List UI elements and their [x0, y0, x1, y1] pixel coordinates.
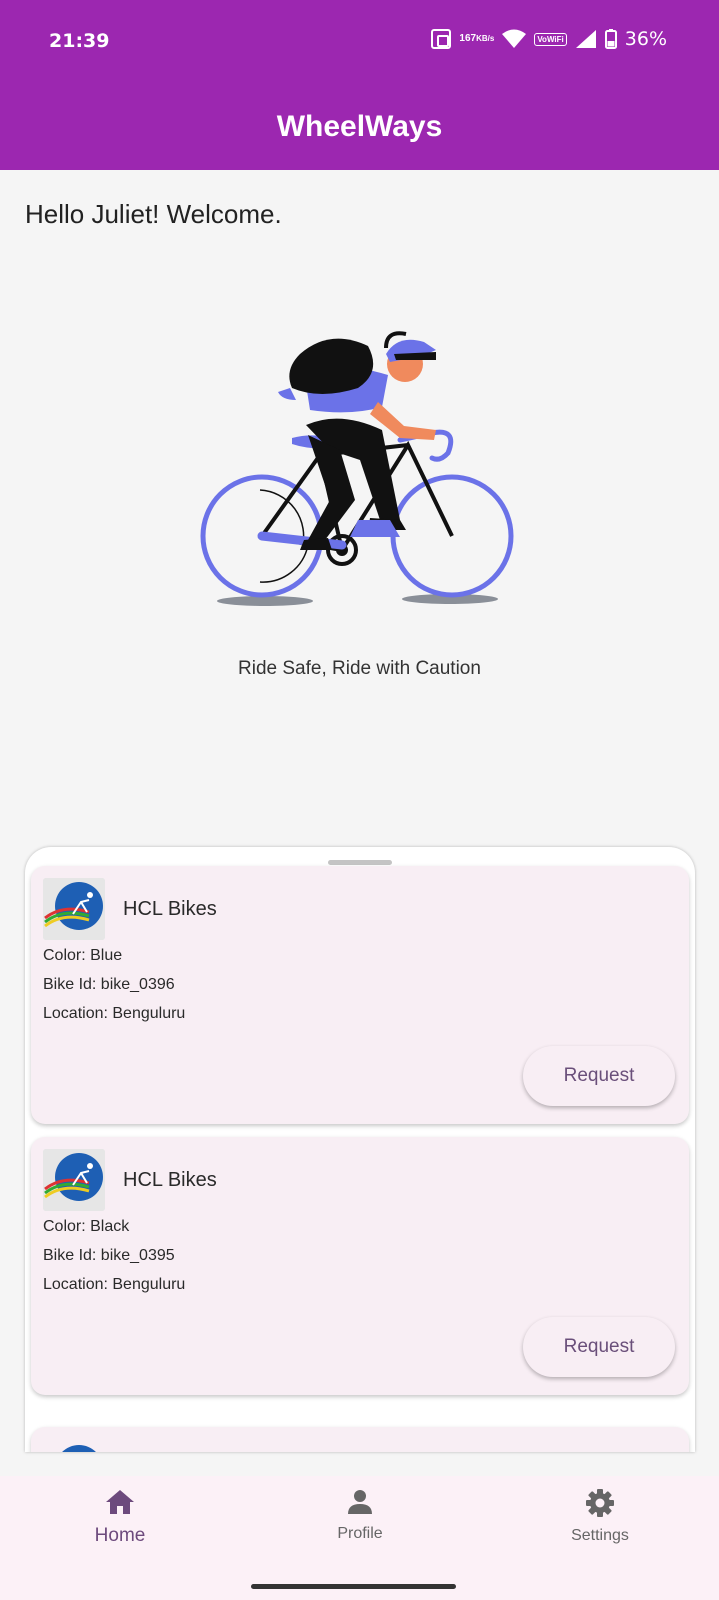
bike-id: Bike Id: bike_0396 — [43, 976, 175, 993]
battery-percentage: 36% — [624, 28, 667, 50]
bike-card: HCL Bikes Color: Blue Bike Id: bike_0396… — [31, 866, 689, 1124]
company-logo — [43, 1441, 105, 1452]
vowifi-icon: Vo WiFi — [534, 32, 567, 46]
nav-settings[interactable]: Settings — [520, 1476, 680, 1566]
nav-profile-label: Profile — [337, 1525, 383, 1542]
bike-location: Location: Benguluru — [43, 1276, 186, 1293]
gesture-bar[interactable] — [251, 1584, 456, 1589]
signal-icon — [575, 29, 597, 49]
bike-color: Color: Black — [43, 1218, 130, 1235]
app-bar: WheelWays — [0, 84, 719, 170]
status-time: 21:39 — [49, 30, 110, 52]
nav-home[interactable]: Home — [40, 1476, 200, 1566]
cyclist-illustration — [200, 330, 530, 620]
company-logo — [43, 878, 105, 940]
sheet-drag-handle[interactable] — [328, 860, 392, 865]
company-logo — [43, 1149, 105, 1211]
nav-home-label: Home — [94, 1525, 146, 1546]
vowifi-top: Vo — [537, 34, 547, 44]
person-icon — [346, 1488, 374, 1521]
request-button[interactable]: Request — [523, 1046, 675, 1106]
battery-icon — [604, 29, 617, 49]
home-icon — [105, 1488, 135, 1521]
bike-company-name: HCL Bikes — [123, 898, 217, 920]
net-speed-unit: KB/s — [476, 34, 495, 43]
net-speed-indicator: 167 KB/s — [459, 34, 494, 44]
status-bar: 21:39 167 KB/s Vo WiFi 36% — [0, 0, 719, 84]
request-button[interactable]: Request — [523, 1317, 675, 1377]
greeting-text: Hello Juliet! Welcome. — [25, 199, 282, 229]
bike-card-partial — [31, 1427, 689, 1452]
bike-color: Color: Blue — [43, 947, 123, 964]
app-title: WheelWays — [276, 110, 443, 143]
net-speed-value: 167 — [459, 33, 477, 44]
bike-card: HCL Bikes Color: Black Bike Id: bike_039… — [31, 1137, 689, 1395]
wifi-icon — [502, 29, 527, 49]
bike-location: Location: Benguluru — [43, 1005, 186, 1022]
bike-company-name: HCL Bikes — [123, 1169, 217, 1191]
nfc-icon — [431, 29, 452, 49]
bike-id: Bike Id: bike_0395 — [43, 1247, 175, 1264]
bike-list-sheet[interactable]: HCL Bikes Color: Blue Bike Id: bike_0396… — [25, 847, 695, 1452]
tagline-text: Ride Safe, Ride with Caution — [238, 658, 481, 679]
vowifi-bottom: WiFi — [546, 34, 564, 44]
bottom-navigation: Home Profile Settings — [0, 1476, 719, 1600]
nav-profile[interactable]: Profile — [280, 1476, 440, 1566]
gear-icon — [585, 1488, 615, 1523]
nav-settings-label: Settings — [571, 1527, 629, 1544]
status-icons: 167 KB/s Vo WiFi 36% — [431, 28, 667, 50]
